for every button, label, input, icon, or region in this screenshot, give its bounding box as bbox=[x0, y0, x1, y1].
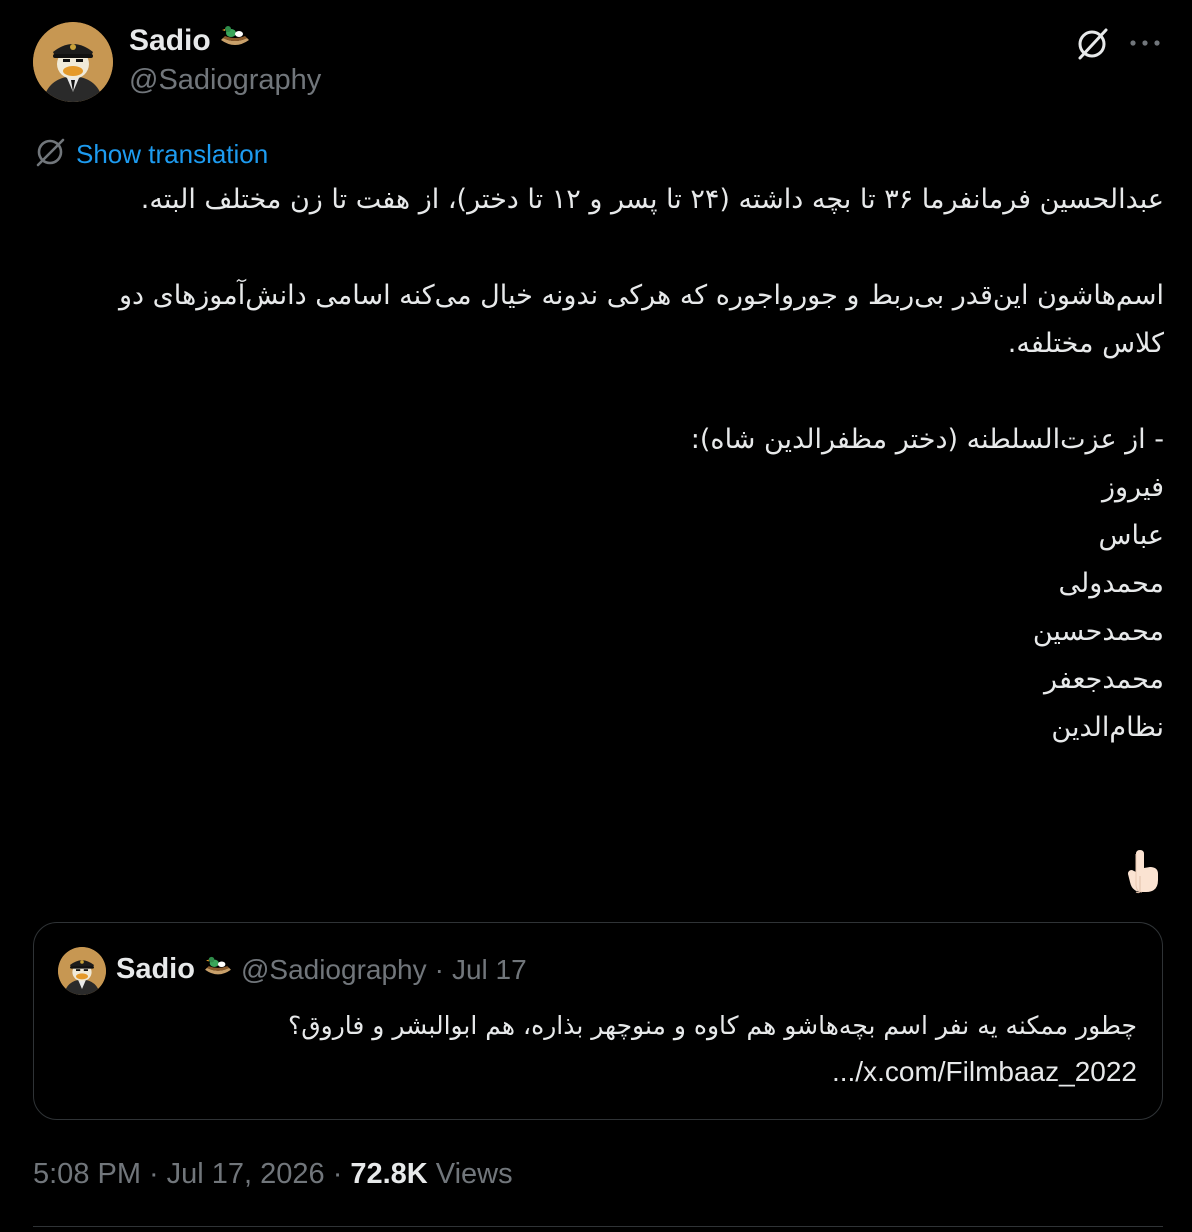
meta-separator-dot: · bbox=[149, 1158, 159, 1190]
meta-separator-dot-2: · bbox=[332, 1158, 343, 1190]
author-display-name[interactable]: Sadio bbox=[129, 22, 321, 60]
avatar[interactable] bbox=[33, 22, 113, 102]
quote-author-name[interactable]: Sadio bbox=[116, 953, 195, 986]
show-translation-button[interactable]: Show translation bbox=[34, 136, 268, 172]
canoe-icon bbox=[219, 22, 251, 60]
tweet-date[interactable]: Jul 17, 2026 bbox=[167, 1152, 325, 1196]
tweet-time[interactable]: 5:08 PM bbox=[33, 1152, 141, 1196]
quote-avatar[interactable] bbox=[58, 947, 106, 995]
tweet-detail: Sadio @Sadiography Show translation عبدا… bbox=[0, 0, 1192, 1232]
quote-date[interactable]: Jul 17 bbox=[452, 954, 527, 986]
more-options-icon[interactable] bbox=[1128, 28, 1162, 58]
avatar-duck-officer-image bbox=[33, 22, 113, 102]
pointing-down-emoji-icon bbox=[1122, 850, 1162, 894]
quote-author-handle[interactable]: @Sadiography bbox=[241, 954, 427, 986]
quote-canoe-icon bbox=[203, 955, 233, 984]
quoted-tweet-card[interactable]: Sadio @Sadiography · Jul 17 چطور ممکنه ی… bbox=[33, 922, 1163, 1120]
show-translation-label: Show translation bbox=[76, 138, 269, 169]
quote-link[interactable]: .../x.com/Filmbaaz_2022 bbox=[832, 1049, 1137, 1095]
views-label: Views bbox=[435, 1158, 513, 1190]
author-handle[interactable]: @Sadiography bbox=[129, 60, 321, 100]
quote-header: Sadio @Sadiography · Jul 17 bbox=[116, 953, 527, 986]
author-name-text: Sadio bbox=[129, 24, 211, 57]
quote-separator-dot: · bbox=[434, 953, 444, 985]
tweet-text: عبدالحسین فرمانفرما ۳۶ تا بچه داشته (۲۴ … bbox=[119, 184, 1164, 743]
tweet-meta: 5:08 PM · Jul 17, 2026 · 72.8K Views bbox=[33, 1152, 513, 1196]
views-count: 72.8K bbox=[350, 1158, 428, 1190]
globe-icon bbox=[34, 136, 66, 172]
quote-avatar-duck-officer-image bbox=[58, 947, 106, 995]
quote-text: چطور ممکنه یه نفر اسم بچه‌هاشو هم کاوه و… bbox=[287, 1011, 1137, 1040]
divider bbox=[33, 1226, 1163, 1227]
grok-icon[interactable] bbox=[1074, 26, 1110, 62]
author-info: Sadio @Sadiography bbox=[129, 22, 321, 100]
